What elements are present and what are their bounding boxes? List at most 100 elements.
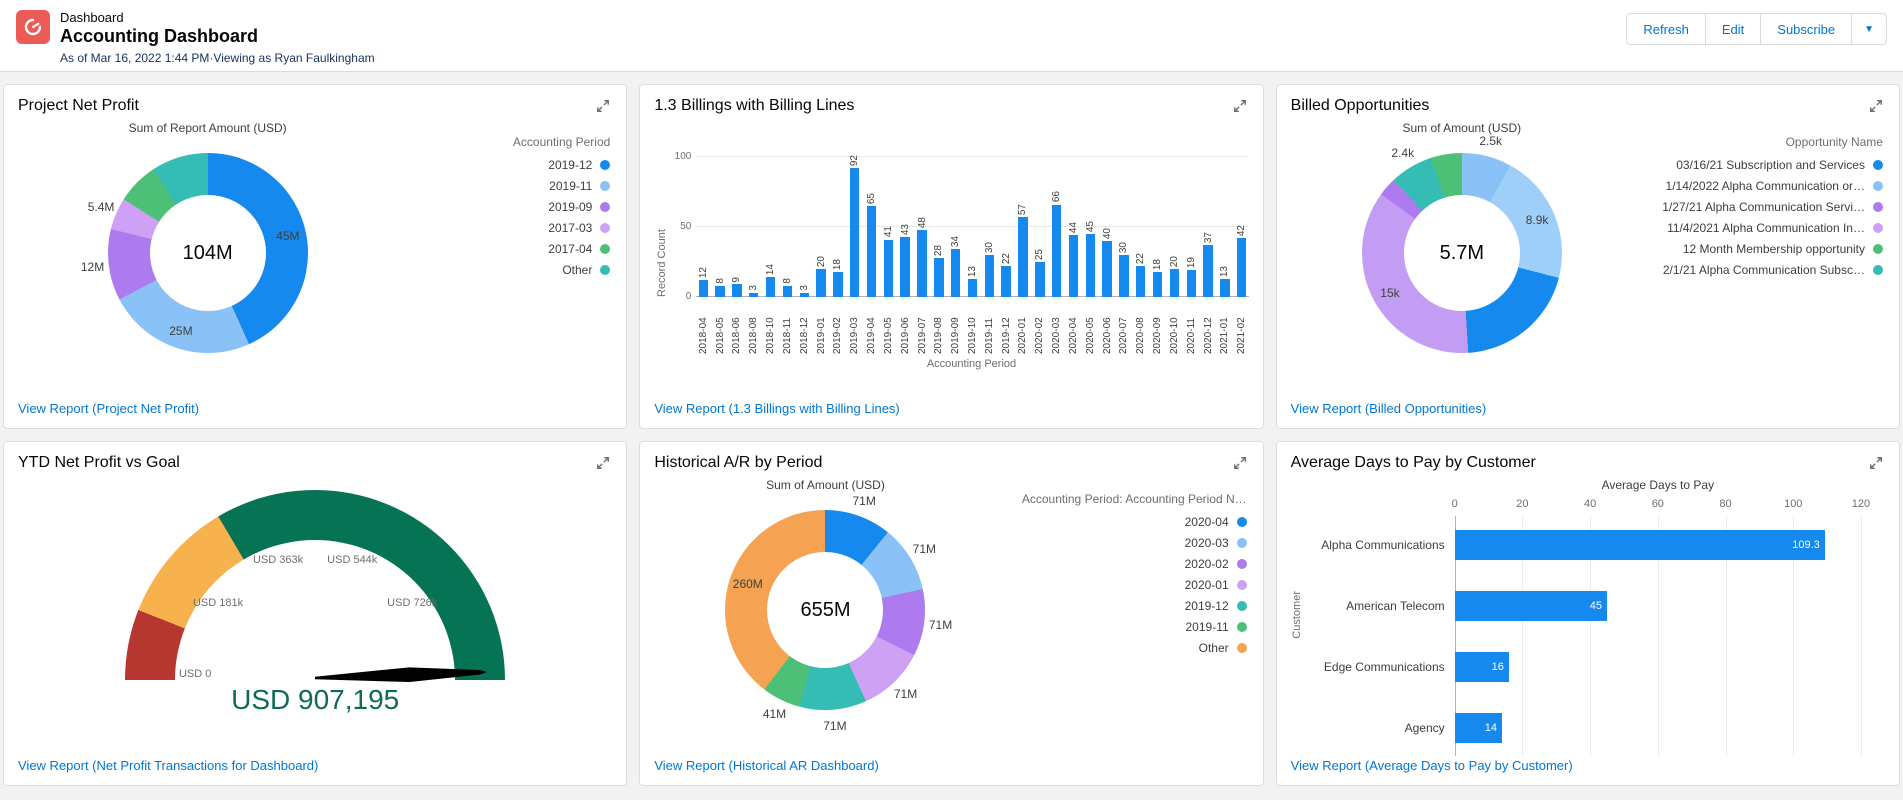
legend-item[interactable]: 1/14/2022 Alpha Communication or… [1666,179,1883,193]
view-report-link[interactable]: View Report (Average Days to Pay by Cust… [1291,758,1885,773]
donut-chart-historical-ar[interactable]: 655M71M71M71M71M71M41M260M [725,510,925,710]
bar[interactable] [800,293,809,297]
view-report-link[interactable]: View Report (Billed Opportunities) [1291,401,1885,416]
bar[interactable] [867,206,876,297]
panel-project-net-profit: Project Net Profit Sum of Report Amount … [3,84,627,429]
legend-item-label: 2020-03 [1185,536,1229,550]
bar[interactable] [1052,205,1061,297]
legend-item[interactable]: 11/4/2021 Alpha Communication In… [1667,221,1883,235]
legend-item[interactable]: 2020-01 [1185,578,1247,592]
bar-value-label: 18 [832,259,843,270]
dashboard-grid: Project Net Profit Sum of Report Amount … [0,72,1903,800]
bar[interactable] [1086,234,1095,297]
bar[interactable]: 45 [1455,591,1607,621]
bar[interactable] [1018,217,1027,297]
bar[interactable]: 109.3 [1455,530,1825,560]
bar-column: 30 [1117,133,1131,297]
donut-chart-billed-opportunities[interactable]: 5.7M2.5k8.9k15k2.4k [1362,153,1562,353]
bar[interactable] [749,293,758,297]
legend-item[interactable]: 2020-03 [1185,536,1247,550]
edit-button[interactable]: Edit [1705,13,1761,45]
view-report-link[interactable]: View Report (Net Profit Transactions for… [18,758,612,773]
bar[interactable] [968,279,977,297]
bar[interactable] [850,168,859,297]
bar-column: 14 [764,133,778,297]
expand-icon[interactable] [594,97,612,115]
legend-item[interactable]: 2019-12 [1185,599,1247,613]
bar[interactable] [1187,270,1196,297]
bar[interactable] [934,258,943,297]
bar[interactable] [985,255,994,297]
bar[interactable] [816,269,825,297]
legend-item-label: 2/1/21 Alpha Communication Subsc… [1663,263,1865,277]
legend-item[interactable]: 2017-04 [548,242,610,256]
category-label: Agency [1305,721,1445,735]
bar[interactable] [951,249,960,297]
bar-value-label: 109.3 [1792,539,1825,551]
bar-value-label: 19 [1186,257,1197,268]
bar[interactable] [766,277,775,297]
bar-value-label: 14 [765,264,776,275]
bar[interactable] [715,286,724,297]
expand-icon[interactable] [1867,97,1885,115]
legend-item-label: Other [1199,641,1229,655]
bar-column: 13 [966,133,980,297]
legend-item[interactable]: 2020-02 [1185,557,1247,571]
bar[interactable] [732,284,741,297]
bar[interactable] [1035,262,1044,297]
expand-icon[interactable] [594,454,612,472]
bar[interactable] [1102,241,1111,297]
bar[interactable] [1069,235,1078,297]
donut-chart-project-net-profit[interactable]: 104M45M25M12M5.4M [108,153,308,353]
bar[interactable] [1170,269,1179,297]
bar[interactable]: 14 [1455,713,1502,743]
y-axis-title: Customer [1291,591,1303,639]
chart-subtitle: Sum of Report Amount (USD) [129,121,287,135]
legend-color-dot [600,244,610,254]
legend-item[interactable]: 2/1/21 Alpha Communication Subsc… [1663,263,1883,277]
bar[interactable] [1136,266,1145,297]
x-tick-label: 2020-05 [1085,300,1096,354]
bar[interactable] [900,237,909,297]
legend-item[interactable]: 2019-11 [549,179,610,193]
legend-item[interactable]: 1/27/21 Alpha Communication Servi… [1662,200,1883,214]
x-axis-ticks: 020406080100120 [1455,498,1861,514]
bar-value-label: 45 [1590,600,1607,612]
bar[interactable] [699,280,708,297]
expand-icon[interactable] [1867,454,1885,472]
bar[interactable]: 16 [1455,652,1509,682]
bar[interactable] [1203,245,1212,297]
expand-icon[interactable] [1231,97,1249,115]
bar[interactable] [1001,266,1010,297]
legend-item[interactable]: 2017-03 [548,221,610,235]
legend-color-dot [1873,181,1883,191]
bar[interactable] [833,272,842,297]
bar[interactable] [884,240,893,297]
bar[interactable] [783,286,792,297]
view-report-link[interactable]: View Report (Project Net Profit) [18,401,612,416]
bar-value-label: 22 [1135,253,1146,264]
legend-item[interactable]: 2019-09 [548,200,610,214]
legend-item[interactable]: Other [1199,641,1247,655]
bar[interactable] [917,230,926,297]
bar[interactable] [1237,238,1246,297]
view-report-link[interactable]: View Report (Historical AR Dashboard) [654,758,1248,773]
legend-item[interactable]: 03/16/21 Subscription and Services [1676,158,1883,172]
legend-item[interactable]: 12 Month Membership opportunity [1683,242,1883,256]
legend-item[interactable]: 2019-12 [548,158,610,172]
bar[interactable] [1119,255,1128,297]
bar[interactable] [1220,279,1229,297]
more-actions-button[interactable]: ▼ [1851,13,1887,45]
expand-icon[interactable] [1231,454,1249,472]
bar[interactable] [1153,272,1162,297]
refresh-button[interactable]: Refresh [1626,13,1706,45]
subscribe-button[interactable]: Subscribe [1760,13,1852,45]
legend-item[interactable]: 2020-04 [1185,515,1247,529]
legend-item[interactable]: Other [562,263,610,277]
legend-item-label: 2020-02 [1185,557,1229,571]
gauge-chart[interactable]: USD 0USD 181kUSD 363kUSD 544kUSD 726kUSD… [125,490,505,680]
view-report-link[interactable]: View Report (1.3 Billings with Billing L… [654,401,1248,416]
bar-column: 65 [865,133,879,297]
panel-title: Historical A/R by Period [654,454,822,472]
legend-item[interactable]: 2019-11 [1186,620,1247,634]
